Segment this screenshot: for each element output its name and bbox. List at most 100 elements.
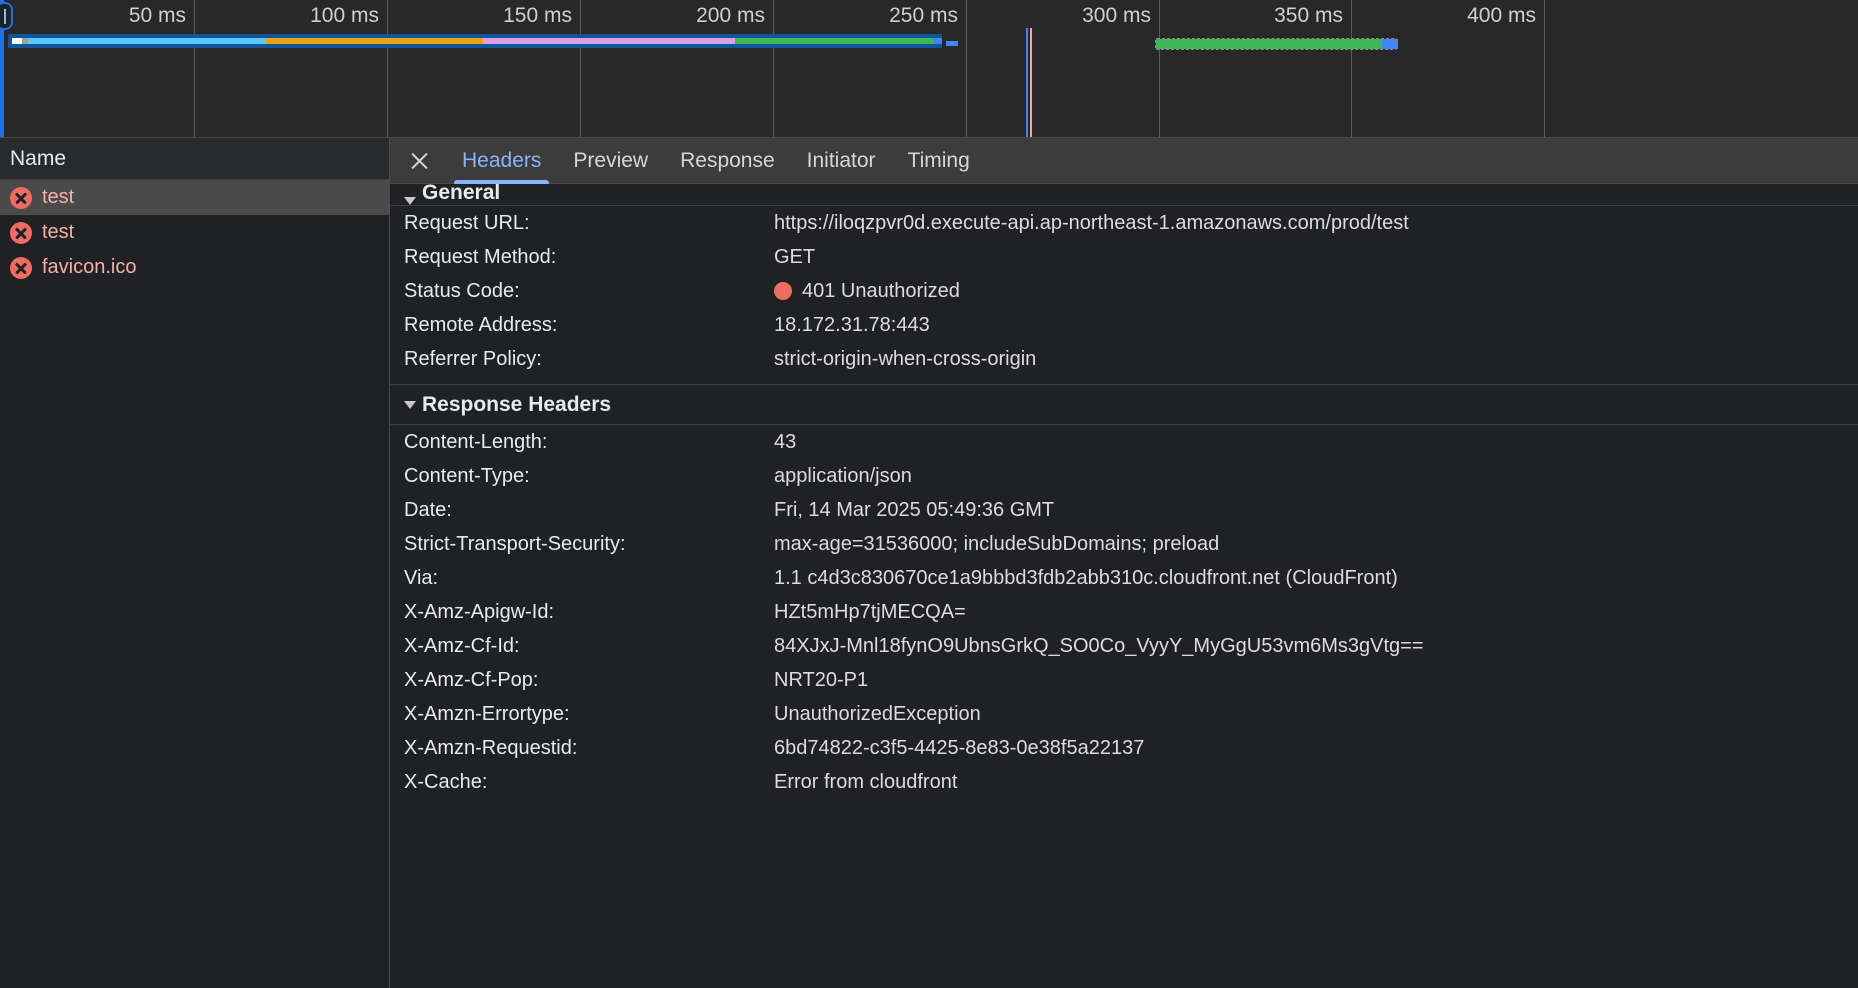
header-key: Request Method:	[404, 245, 557, 268]
timing-segment	[1382, 39, 1398, 49]
header-key: X-Amz-Cf-Id:	[404, 634, 520, 657]
header-row: X-Amz-Cf-Pop: NRT20-P1	[390, 663, 1858, 697]
request-name-label: test	[42, 186, 75, 208]
header-row: X-Amz-Cf-Id: 84XJxJ-Mnl18fynO9UbnsGrkQ_SO…	[390, 629, 1858, 663]
tab-headers[interactable]: Headers	[446, 138, 557, 184]
detail-tabs: Headers Preview Response Initiator Timing	[446, 138, 986, 184]
header-key: X-Cache:	[404, 770, 488, 793]
tab-initiator[interactable]: Initiator	[791, 138, 892, 184]
timeline-selection-handle[interactable]	[0, 2, 13, 30]
ruler-tick-label: 300 ms	[1082, 4, 1151, 27]
header-row: Date: Fri, 14 Mar 2025 05:49:36 GMT	[390, 493, 1858, 527]
header-value: Error from cloudfront	[774, 770, 958, 793]
ruler-tick-label: 200 ms	[696, 4, 765, 27]
ruler-gridline	[387, 0, 388, 137]
header-key: X-Amz-Cf-Pop:	[404, 668, 539, 691]
close-icon[interactable]	[400, 142, 438, 180]
header-value: max-age=31536000; includeSubDomains; pre…	[774, 532, 1220, 555]
header-value: 43	[774, 430, 797, 453]
request-bar-2[interactable]	[1155, 38, 1398, 50]
error-circle-icon	[10, 186, 32, 209]
header-key: X-Amz-Apigw-Id:	[404, 600, 555, 623]
tab-timing[interactable]: Timing	[892, 138, 986, 184]
timing-segment	[28, 38, 266, 44]
ruler-gridline	[773, 0, 774, 137]
header-key: Remote Address:	[404, 313, 558, 336]
ruler-tick-label: 50 ms	[128, 4, 186, 27]
header-row: Content-Type: application/json	[390, 459, 1858, 493]
timing-segment	[12, 38, 22, 44]
status-code-text: 401 Unauthorized	[802, 279, 960, 302]
header-row: Remote Address: 18.172.31.78:443	[390, 308, 1858, 342]
header-key: Via:	[404, 566, 439, 589]
header-row: Referrer Policy: strict-origin-when-cross…	[390, 342, 1858, 376]
timing-segment	[483, 38, 735, 44]
request-detail-panel: Headers Preview Response Initiator Timing Ge…	[390, 138, 1858, 988]
header-key: Content-Type:	[404, 464, 530, 487]
header-value: NRT20-P1	[774, 668, 869, 691]
header-value: 1.1 c4d3c830670ce1a9bbbd3fdb2abb310c.clo…	[774, 566, 1398, 589]
error-circle-icon	[10, 221, 32, 244]
header-row: Via: 1.1 c4d3c830670ce1a9bbbd3fdb2abb310c…	[390, 561, 1858, 595]
request-list-panel[interactable]: Name test test favicon.ico	[0, 138, 390, 988]
header-key: Referrer Policy:	[404, 347, 542, 370]
section-header-response-headers[interactable]: Response Headers	[390, 385, 1858, 425]
ruler-tick-label: 100 ms	[310, 4, 379, 27]
header-value: Fri, 14 Mar 2025 05:49:36 GMT	[774, 498, 1055, 521]
header-value: 84XJxJ-Mnl18fynO9UbnsGrkQ_SO0Co_VyyY_MyG…	[774, 634, 1424, 657]
headers-content[interactable]: General Request URL: https://iloqzpvr0d.ex…	[390, 184, 1858, 988]
header-value: application/json	[774, 464, 912, 487]
ruler-gridline	[1159, 0, 1160, 137]
request-list-row[interactable]: test	[0, 180, 389, 215]
header-value: UnauthorizedException	[774, 702, 981, 725]
header-row: Request Method: GET	[390, 240, 1858, 274]
chevron-down-icon	[404, 400, 416, 409]
request-name-label: test	[42, 221, 75, 243]
chevron-down-icon	[404, 197, 416, 205]
error-circle-icon	[10, 256, 32, 279]
ruler-gridline	[966, 0, 967, 137]
section-title-label: General	[422, 184, 501, 204]
header-value: strict-origin-when-cross-origin	[774, 347, 1037, 370]
ruler-tick-label: 400 ms	[1467, 4, 1536, 27]
request-list-column-header[interactable]: Name	[0, 138, 389, 180]
header-value: 6bd74822-c3f5-4425-8e83-0e38f5a22137	[774, 736, 1145, 759]
request-rows-container: test test favicon.ico	[0, 180, 389, 285]
section-title-label: Response Headers	[422, 392, 612, 416]
ruler-gridline	[1544, 0, 1545, 137]
header-key: X-Amzn-Errortype:	[404, 702, 570, 725]
header-row: Status Code: 401 Unauthorized	[390, 274, 1858, 308]
timing-segment	[1156, 39, 1382, 49]
tab-response[interactable]: Response	[664, 138, 791, 184]
tab-preview[interactable]: Preview	[557, 138, 664, 184]
section-header-general[interactable]: General	[390, 184, 1858, 206]
header-value: 18.172.31.78:443	[774, 313, 930, 336]
request-name-label: favicon.ico	[42, 256, 137, 278]
header-row: X-Amzn-Errortype: UnauthorizedException	[390, 697, 1858, 731]
header-row: Request URL: https://iloqzpvr0d.execute-a…	[390, 206, 1858, 240]
network-overview-timeline[interactable]: 50 ms 100 ms 150 ms 200 ms 250 ms 300 ms 350 m…	[0, 0, 1858, 138]
network-main-split: Name test test favicon.ico Headers Preview R…	[0, 138, 1858, 988]
status-indicator-dot	[774, 282, 792, 300]
ruler-tick-label: 350 ms	[1274, 4, 1343, 27]
header-key: Request URL:	[404, 211, 530, 234]
ruler-gridline	[580, 0, 581, 137]
header-key: Strict-Transport-Security:	[404, 532, 626, 555]
detail-tabbar: Headers Preview Response Initiator Timing	[390, 138, 1858, 184]
dom-content-loaded-line	[1026, 28, 1028, 137]
timing-trailing-tick	[946, 41, 958, 46]
timing-segment	[735, 38, 933, 44]
header-key: Status Code:	[404, 279, 520, 302]
ruler-tick-label: 250 ms	[889, 4, 958, 27]
header-value: HZt5mHp7tjMECQA=	[774, 600, 966, 623]
ruler-tick-label: 150 ms	[503, 4, 572, 27]
ruler-gridline	[194, 0, 195, 137]
request-bar-1[interactable]	[8, 34, 942, 48]
header-row: Content-Length: 43	[390, 425, 1858, 459]
request-list-row[interactable]: favicon.ico	[0, 250, 389, 285]
header-value: https://iloqzpvr0d.execute-api.ap-northe…	[774, 211, 1409, 234]
header-key: Content-Length:	[404, 430, 548, 453]
header-row: X-Cache: Error from cloudfront	[390, 765, 1858, 799]
header-key: X-Amzn-Requestid:	[404, 736, 578, 759]
request-list-row[interactable]: test	[0, 215, 389, 250]
